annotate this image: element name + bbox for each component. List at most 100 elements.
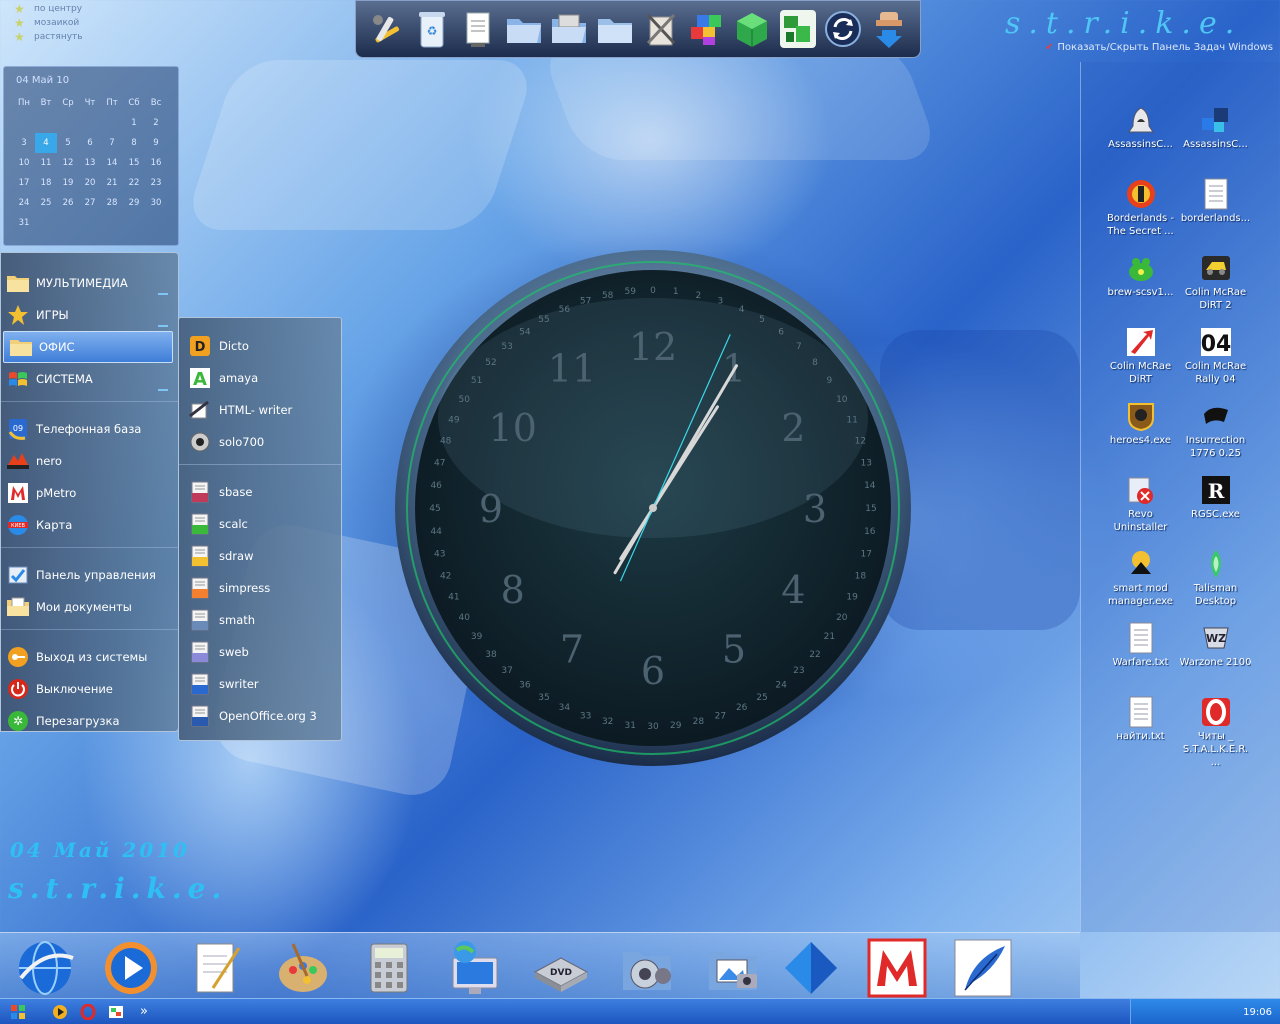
desktop-shortcut[interactable]: brew-scsv1... (1103, 250, 1178, 324)
calendar-day[interactable]: 26 (57, 193, 79, 213)
menu-item[interactable]: КИЕВ Карта (1, 509, 178, 541)
menu-item[interactable]: Выключение (1, 673, 178, 705)
submenu-item[interactable]: D Dicto (179, 330, 341, 362)
submenu-item[interactable]: simpress (179, 572, 341, 604)
desktop-shortcut[interactable]: Colin McRae DiRT (1103, 324, 1178, 398)
calendar-day[interactable]: 21 (101, 173, 123, 193)
desktop-shortcut[interactable]: Читы _ S.T.A.L.K.E.R. ... (1178, 694, 1253, 768)
more-chevron-icon[interactable]: » (134, 1002, 154, 1022)
wallpaper-mode-center[interactable]: ★ по центру (14, 2, 174, 16)
browser-globe-icon[interactable] (14, 937, 76, 999)
calendar-day[interactable]: 16 (145, 153, 167, 173)
calculator-icon[interactable] (358, 937, 420, 999)
green-cube-icon[interactable] (732, 8, 772, 50)
calendar-day[interactable]: 11 (35, 153, 57, 173)
submenu-item[interactable]: sweb (179, 636, 341, 668)
notepad-icon[interactable] (186, 937, 248, 999)
desktop-shortcut[interactable]: найти.txt (1103, 694, 1178, 768)
tray-clock[interactable]: 19:06 (1243, 1007, 1272, 1018)
wallpaper-mode-stretch[interactable]: ★ растянуть (14, 30, 174, 44)
calendar-day[interactable]: 2 (145, 113, 167, 133)
pictures-folder-icon[interactable] (702, 937, 764, 999)
media-icon[interactable] (106, 1002, 126, 1022)
menu-item[interactable]: Панель управления (1, 559, 178, 591)
calendar-day[interactable]: 3 (13, 133, 35, 153)
calendar-day[interactable]: 30 (145, 193, 167, 213)
menu-item[interactable]: pMetro (1, 477, 178, 509)
network-computer-icon[interactable] (778, 8, 818, 50)
opera-icon[interactable] (78, 1002, 98, 1022)
desktop-shortcut[interactable]: R RGSC.exe (1178, 472, 1253, 546)
submenu-item[interactable]: HTML- writer (179, 394, 341, 426)
winamp-icon[interactable] (50, 1002, 70, 1022)
menu-item[interactable]: ✲ Перезагрузка (1, 705, 178, 737)
windows-start-icon[interactable] (8, 1002, 28, 1022)
dvd-drive-icon[interactable]: DVD (530, 937, 592, 999)
calendar-day[interactable]: 13 (79, 153, 101, 173)
submenu-item[interactable]: smath (179, 604, 341, 636)
calendar-day[interactable]: 15 (123, 153, 145, 173)
calendar-day[interactable]: 8 (123, 133, 145, 153)
document-icon[interactable] (458, 8, 498, 50)
wallpaper-mode-tile[interactable]: ★ мозаикой (14, 16, 174, 30)
calendar-today[interactable]: 4 (35, 133, 57, 153)
calendar-day[interactable]: 24 (13, 193, 35, 213)
calendar-day[interactable]: 29 (123, 193, 145, 213)
menu-item[interactable]: Мои документы (1, 591, 178, 623)
calendar-day[interactable]: 6 (79, 133, 101, 153)
menu-item[interactable]: МУЛЬТИМЕДИА (1, 267, 178, 299)
metro-icon[interactable] (866, 937, 928, 999)
paint-palette-icon[interactable] (272, 937, 334, 999)
download-hand-icon[interactable] (869, 8, 909, 50)
calendar-day[interactable]: 25 (35, 193, 57, 213)
submenu-item[interactable]: swriter (179, 668, 341, 700)
archive-tools-icon[interactable] (641, 8, 681, 50)
recycle-bin-icon[interactable]: ♻ (412, 8, 452, 50)
calendar-day[interactable]: 19 (57, 173, 79, 193)
desktop-shortcut[interactable]: Talisman Desktop (1178, 546, 1253, 620)
menu-item[interactable]: 09 Телефонная база (1, 413, 178, 445)
network-monitor-icon[interactable] (444, 937, 506, 999)
calendar-day[interactable]: 27 (79, 193, 101, 213)
blue-pyramid-icon[interactable] (780, 937, 842, 999)
tools-icon[interactable] (367, 8, 407, 50)
calendar-day[interactable]: 14 (101, 153, 123, 173)
submenu-item[interactable]: sbase (179, 476, 341, 508)
desktop-shortcut[interactable]: Revo Uninstaller (1103, 472, 1178, 546)
desktop-shortcut[interactable]: Colin McRae DiRT 2 (1178, 250, 1253, 324)
calendar-day[interactable]: 10 (13, 153, 35, 173)
desktop-shortcut[interactable]: WZ Warzone 2100 (1178, 620, 1253, 694)
calendar-day[interactable]: 18 (35, 173, 57, 193)
menu-item[interactable]: СИСТЕМА (1, 363, 178, 395)
calendar-day[interactable]: 17 (13, 173, 35, 193)
calendar-day[interactable]: 1 (123, 113, 145, 133)
folder-icon[interactable] (595, 8, 635, 50)
submenu-item[interactable]: Aamaya (179, 362, 341, 394)
submenu-item[interactable]: OpenOffice.org 3 (179, 700, 341, 732)
menu-item[interactable]: Выход из системы (1, 641, 178, 673)
calendar-day[interactable]: 5 (57, 133, 79, 153)
desktop-shortcut[interactable]: heroes4.exe (1103, 398, 1178, 472)
submenu-item[interactable]: scalc (179, 508, 341, 540)
folder-open-icon[interactable] (504, 8, 544, 50)
menu-item[interactable]: nero (1, 445, 178, 477)
feather-quill-icon[interactable] (952, 937, 1014, 999)
calendar-day[interactable]: 28 (101, 193, 123, 213)
submenu-item[interactable]: solo700 (179, 426, 341, 458)
calendar-day[interactable]: 23 (145, 173, 167, 193)
calendar-day[interactable]: 22 (123, 173, 145, 193)
desktop-shortcut[interactable]: AssassinsC... (1103, 102, 1178, 176)
desktop-shortcut[interactable]: Insurrection 1776 0.25 (1178, 398, 1253, 472)
desktop-shortcut[interactable]: Warfare.txt (1103, 620, 1178, 694)
media-player-icon[interactable] (100, 937, 162, 999)
desktop-shortcut[interactable]: AssassinsC... (1178, 102, 1253, 176)
menu-item[interactable]: ОФИС (3, 331, 173, 363)
calendar-day[interactable]: 31 (13, 213, 35, 233)
desktop-shortcut[interactable]: smart mod manager.exe (1103, 546, 1178, 620)
submenu-item[interactable]: sdraw (179, 540, 341, 572)
menu-item[interactable]: ИГРЫ (1, 299, 178, 331)
calendar-day[interactable]: 9 (145, 133, 167, 153)
refresh-icon[interactable] (823, 8, 863, 50)
desktop-shortcut[interactable]: Borderlands - The Secret ... (1103, 176, 1178, 250)
media-cubes-icon[interactable] (686, 8, 726, 50)
